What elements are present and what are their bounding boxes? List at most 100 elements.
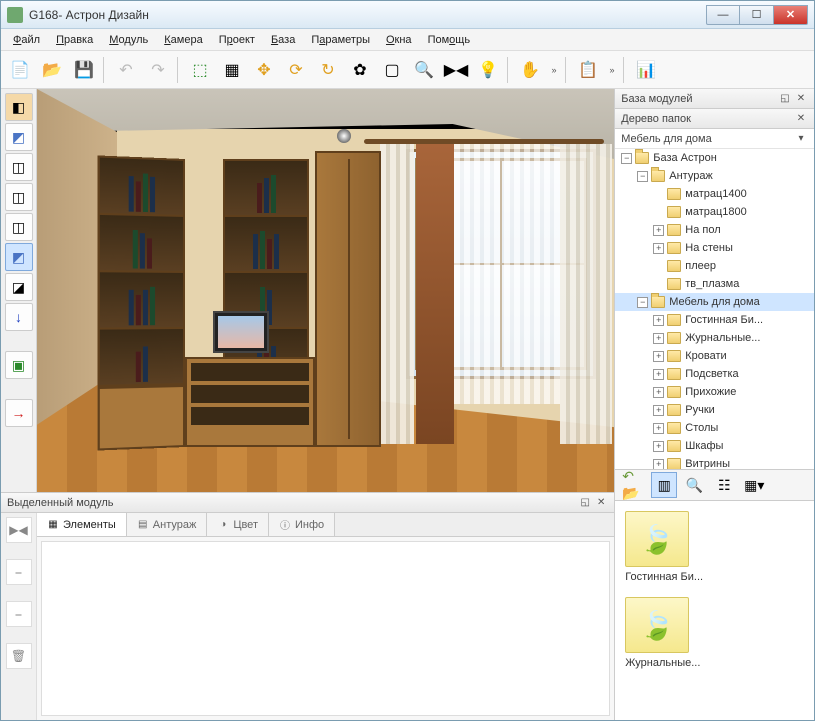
collapse-icon[interactable]: − bbox=[621, 153, 632, 164]
tab-entourage[interactable]: ▤Антураж bbox=[127, 513, 208, 536]
window-tool[interactable]: ▢ bbox=[377, 55, 407, 85]
tree-item[interactable]: +Витрины bbox=[615, 455, 814, 469]
expand-icon[interactable]: + bbox=[653, 315, 664, 326]
expand-icon[interactable]: + bbox=[653, 243, 664, 254]
save-button[interactable]: 💾 bbox=[69, 55, 99, 85]
expand-icon[interactable]: + bbox=[653, 387, 664, 398]
pan-tool[interactable]: ✋ bbox=[515, 55, 545, 85]
maximize-button[interactable]: ☐ bbox=[740, 5, 774, 25]
view-wire2-icon[interactable]: ◫ bbox=[5, 183, 33, 211]
thumb-view-icon[interactable]: ▥ bbox=[651, 472, 677, 498]
tree-item[interactable]: −Мебель для дома bbox=[615, 293, 814, 311]
3d-viewport[interactable] bbox=[37, 89, 614, 492]
thumb-grid-icon[interactable]: ▦▾ bbox=[741, 472, 767, 498]
toolbar-more[interactable]: » bbox=[547, 55, 561, 85]
expand-icon[interactable]: + bbox=[653, 423, 664, 434]
expand-icon[interactable]: + bbox=[653, 441, 664, 452]
view-arrow-icon[interactable]: → bbox=[5, 399, 33, 427]
undo-button[interactable]: ↶ bbox=[111, 55, 141, 85]
thumb-item[interactable]: 🍃 Гостинная Би... bbox=[625, 511, 705, 583]
expand-icon[interactable]: + bbox=[653, 459, 664, 470]
menu-edit[interactable]: Правка bbox=[48, 31, 101, 49]
tree-item[interactable]: +Подсветка bbox=[615, 365, 814, 383]
light-tool[interactable]: 💡 bbox=[473, 55, 503, 85]
tree-item[interactable]: −База Астрон bbox=[615, 149, 814, 167]
view-wire3-icon[interactable]: ◫ bbox=[5, 213, 33, 241]
tree-item[interactable]: +Кровати bbox=[615, 347, 814, 365]
new-button[interactable]: 📄 bbox=[5, 55, 35, 85]
collapse-icon[interactable]: − bbox=[637, 171, 648, 182]
tree-item[interactable]: +Прихожие bbox=[615, 383, 814, 401]
group-tool[interactable]: ▦ bbox=[217, 55, 247, 85]
tree-root-row[interactable]: Мебель для дома ▾ bbox=[615, 129, 814, 149]
expand-icon[interactable]: + bbox=[653, 333, 664, 344]
menu-base[interactable]: База bbox=[263, 31, 303, 49]
doc-tool[interactable]: 📋 bbox=[573, 55, 603, 85]
view-down-icon[interactable]: ↓ bbox=[5, 303, 33, 331]
tree-item[interactable]: +Столы bbox=[615, 419, 814, 437]
toolbar-more[interactable]: » bbox=[605, 55, 619, 85]
tree-item-label: На стены bbox=[685, 242, 733, 254]
expand-icon[interactable]: + bbox=[653, 369, 664, 380]
titlebar[interactable]: G168- Астрон Дизайн — ☐ ✕ bbox=[1, 1, 814, 29]
select-tool[interactable]: ⬚ bbox=[185, 55, 215, 85]
menu-file[interactable]: Файл bbox=[5, 31, 48, 49]
panel-undock-button[interactable]: ◱ bbox=[778, 92, 792, 106]
report-tool[interactable]: 📊 bbox=[631, 55, 661, 85]
tab-elements[interactable]: ▦Элементы bbox=[37, 513, 127, 536]
redo-button[interactable]: ↷ bbox=[143, 55, 173, 85]
mirror-tool[interactable]: ▶◀ bbox=[441, 55, 471, 85]
view-wire1-icon[interactable]: ◫ bbox=[5, 153, 33, 181]
thumb-item[interactable]: 🍃 Журнальные... bbox=[625, 597, 705, 669]
tree-item[interactable]: +На пол bbox=[615, 221, 814, 239]
color-tool[interactable]: ✿ bbox=[345, 55, 375, 85]
rotate90-tool[interactable]: ⟳ bbox=[281, 55, 311, 85]
panel-close-button[interactable]: ✕ bbox=[594, 496, 608, 510]
tree-item[interactable]: +Журнальные... bbox=[615, 329, 814, 347]
view-cube-icon[interactable]: ◩ bbox=[5, 123, 33, 151]
menu-camera[interactable]: Камера bbox=[156, 31, 210, 49]
tab-color[interactable]: ◑Цвет bbox=[207, 513, 269, 536]
panel-undock-button[interactable]: ◱ bbox=[578, 496, 592, 510]
tab-info[interactable]: ⓘИнфо bbox=[269, 513, 335, 536]
tree-item[interactable]: тв_плазма bbox=[615, 275, 814, 293]
expand-icon[interactable]: + bbox=[653, 351, 664, 362]
expand-icon[interactable]: + bbox=[653, 405, 664, 416]
dropdown-icon[interactable]: ▾ bbox=[794, 132, 808, 146]
menu-windows[interactable]: Окна bbox=[378, 31, 420, 49]
rotate-tool[interactable]: ↻ bbox=[313, 55, 343, 85]
view-iso-icon[interactable]: ◧ bbox=[5, 93, 33, 121]
sel-trash-icon[interactable]: 🗑 bbox=[6, 643, 32, 669]
thumb-up-icon[interactable]: ↶📂 bbox=[621, 472, 647, 498]
tree-item[interactable]: матрац1800 bbox=[615, 203, 814, 221]
menu-module[interactable]: Модуль bbox=[101, 31, 156, 49]
tree-item[interactable]: матрац1400 bbox=[615, 185, 814, 203]
collapse-icon[interactable]: − bbox=[637, 297, 648, 308]
panel-close-button[interactable]: ✕ bbox=[794, 92, 808, 106]
tree-item[interactable]: плеер bbox=[615, 257, 814, 275]
tree-item[interactable]: + На стены bbox=[615, 239, 814, 257]
sel-mirror-icon[interactable]: ▶◀ bbox=[6, 517, 32, 543]
expand-icon[interactable]: + bbox=[653, 225, 664, 236]
open-button[interactable]: 📂 bbox=[37, 55, 67, 85]
tree-item[interactable]: +Шкафы bbox=[615, 437, 814, 455]
zoom-tool[interactable]: 🔍 bbox=[409, 55, 439, 85]
folder-tree[interactable]: −База Астрон−Антуражматрац1400матрац1800… bbox=[615, 149, 814, 469]
thumb-search-icon[interactable]: 🔍 bbox=[681, 472, 707, 498]
view-green-icon[interactable]: ▣ bbox=[5, 351, 33, 379]
close-button[interactable]: ✕ bbox=[774, 5, 808, 25]
move-tool[interactable]: ✥ bbox=[249, 55, 279, 85]
tree-item[interactable]: +Гостинная Би... bbox=[615, 311, 814, 329]
tree-item[interactable]: −Антураж bbox=[615, 167, 814, 185]
tree-item[interactable]: +Ручки bbox=[615, 401, 814, 419]
view-solid-icon[interactable]: ◩ bbox=[5, 243, 33, 271]
menu-help[interactable]: Помощь bbox=[420, 31, 479, 49]
menu-project[interactable]: Проект bbox=[211, 31, 263, 49]
view-shadow-icon[interactable]: ◪ bbox=[5, 273, 33, 301]
menu-params[interactable]: Параметры bbox=[303, 31, 378, 49]
panel-close-button[interactable]: ✕ bbox=[794, 112, 808, 126]
sel-slider-icon[interactable]: ⎯ bbox=[6, 559, 32, 585]
minimize-button[interactable]: — bbox=[706, 5, 740, 25]
sel-slider2-icon[interactable]: ⎯ bbox=[6, 601, 32, 627]
thumb-list-icon[interactable]: ☷ bbox=[711, 472, 737, 498]
